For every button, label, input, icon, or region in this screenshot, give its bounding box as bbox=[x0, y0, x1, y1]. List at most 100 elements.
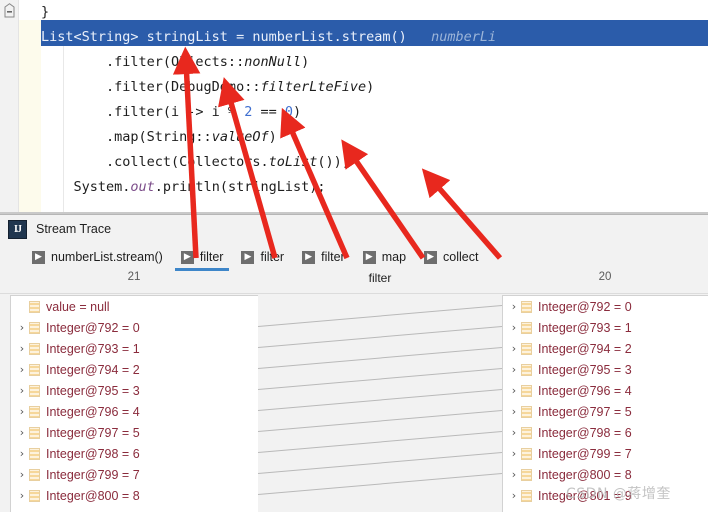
value-node-icon bbox=[521, 384, 532, 397]
list-item[interactable]: › Integer@800 = 8 bbox=[11, 485, 259, 506]
code-token: ) bbox=[268, 129, 277, 145]
list-item-label: Integer@793 = 1 bbox=[46, 341, 140, 356]
chevron-right-icon[interactable]: › bbox=[15, 489, 29, 502]
code-line[interactable]: .collect(Collectors.toList()); bbox=[41, 150, 350, 175]
list-item[interactable]: › Integer@799 = 7 bbox=[503, 443, 708, 464]
chevron-right-icon[interactable]: › bbox=[507, 363, 521, 376]
code-token: ) bbox=[366, 79, 375, 95]
stream-tab-label: map bbox=[381, 250, 407, 264]
stream-tab-label: numberList.stream() bbox=[51, 250, 163, 264]
list-item[interactable]: › Integer@793 = 1 bbox=[503, 317, 708, 338]
value-node-icon bbox=[29, 426, 40, 439]
list-item-label: Integer@797 = 5 bbox=[538, 404, 632, 419]
value-node-icon bbox=[521, 321, 532, 334]
mapping-connector-line bbox=[257, 347, 503, 369]
list-item[interactable]: › Integer@798 = 6 bbox=[11, 443, 259, 464]
list-item[interactable]: › Integer@798 = 6 bbox=[503, 422, 708, 443]
chevron-right-icon[interactable]: › bbox=[15, 321, 29, 334]
list-item[interactable]: › Integer@793 = 1 bbox=[11, 338, 259, 359]
value-node-icon bbox=[521, 342, 532, 355]
stream-tab-numberliststream-0[interactable]: ▶ numberList.stream() bbox=[32, 243, 163, 271]
list-item[interactable]: › Integer@800 = 8 bbox=[503, 464, 708, 485]
stream-tab-filter-1[interactable]: ▶ filter bbox=[174, 243, 230, 271]
list-item[interactable]: › Integer@795 = 3 bbox=[503, 359, 708, 380]
play-arrow-icon: ▶ bbox=[362, 250, 376, 264]
list-item[interactable]: › Integer@799 = 7 bbox=[11, 464, 259, 485]
code-line[interactable]: .filter(DebugDemo::filterLteFive) bbox=[41, 75, 374, 100]
editor-gutter[interactable] bbox=[0, 0, 19, 214]
list-item[interactable]: › Integer@797 = 5 bbox=[503, 401, 708, 422]
stream-tab-filter-2[interactable]: ▶ filter bbox=[241, 243, 284, 271]
stream-operation-tabs[interactable]: ▶ numberList.stream() ▶ filter ▶ filter ▶ filte… bbox=[0, 243, 708, 271]
mapping-connector-line bbox=[257, 473, 503, 495]
chevron-right-icon[interactable]: › bbox=[15, 447, 29, 460]
chevron-right-icon[interactable]: › bbox=[507, 384, 521, 397]
list-item[interactable]: › Integer@792 = 0 bbox=[11, 317, 259, 338]
list-item[interactable]: › Integer@792 = 0 bbox=[503, 296, 708, 317]
fold-bookmark-icon[interactable] bbox=[3, 3, 16, 18]
list-item[interactable]: ›value = null bbox=[11, 296, 259, 317]
code-line[interactable]: .filter(i -> i % 2 == 0) bbox=[41, 100, 301, 125]
value-node-icon bbox=[521, 405, 532, 418]
play-arrow-icon: ▶ bbox=[241, 250, 255, 264]
list-item-label: Integer@796 = 4 bbox=[538, 383, 632, 398]
chevron-right-icon[interactable]: › bbox=[507, 447, 521, 460]
code-line[interactable]: .map(String::valueOf) bbox=[41, 125, 277, 150]
value-node-icon bbox=[521, 489, 532, 502]
before-values-list[interactable]: ›value = null›Integer@792 = 0›Integer@79… bbox=[10, 295, 260, 512]
list-item-label: Integer@792 = 0 bbox=[538, 299, 632, 314]
stream-trace-panel: IJ Stream Trace ▶ numberList.stream() ▶ fil… bbox=[0, 214, 708, 512]
chevron-right-icon[interactable]: › bbox=[507, 426, 521, 439]
chevron-right-icon[interactable]: › bbox=[507, 342, 521, 355]
value-node-icon bbox=[29, 300, 40, 313]
value-node-icon bbox=[29, 468, 40, 481]
chevron-right-icon[interactable]: › bbox=[507, 300, 521, 313]
list-item[interactable]: › Integer@794 = 2 bbox=[11, 359, 259, 380]
chevron-right-icon[interactable]: › bbox=[507, 489, 521, 502]
chevron-right-icon[interactable]: › bbox=[15, 342, 29, 355]
chevron-right-icon[interactable]: › bbox=[15, 405, 29, 418]
chevron-right-icon[interactable]: › bbox=[15, 384, 29, 397]
list-item-label: Integer@797 = 5 bbox=[46, 425, 140, 440]
stream-tab-filter-3[interactable]: ▶ filter bbox=[302, 243, 345, 271]
chevron-right-icon[interactable]: › bbox=[507, 321, 521, 334]
after-values-list[interactable]: › Integer@792 = 0 › Integer@793 = 1 › Integer… bbox=[502, 295, 708, 512]
value-node-icon bbox=[521, 447, 532, 460]
chevron-right-icon[interactable]: › bbox=[15, 426, 29, 439]
chevron-right-icon[interactable]: › bbox=[15, 363, 29, 376]
list-item-label: Integer@792 = 0 bbox=[46, 320, 140, 335]
list-item[interactable]: › Integer@794 = 2 bbox=[503, 338, 708, 359]
list-item[interactable]: › Integer@797 = 5 bbox=[11, 422, 259, 443]
value-node-icon bbox=[29, 342, 40, 355]
stream-tab-map-4[interactable]: ▶ map bbox=[362, 243, 407, 271]
value-node-icon bbox=[29, 363, 40, 376]
code-token: numberLi bbox=[406, 29, 497, 45]
value-node-icon bbox=[521, 363, 532, 376]
stream-tab-label: filter bbox=[260, 250, 285, 264]
code-editor[interactable]: } List<String> stringList = numberList.st… bbox=[0, 0, 708, 214]
code-line[interactable]: List<String> stringList = numberList.str… bbox=[41, 25, 496, 50]
mapping-connector-line bbox=[257, 410, 503, 432]
chevron-right-icon[interactable]: › bbox=[507, 468, 521, 481]
stream-tab-collect-5[interactable]: ▶ collect bbox=[424, 243, 478, 271]
list-item-label: Integer@800 = 8 bbox=[538, 467, 632, 482]
mapping-connector-line bbox=[257, 305, 503, 327]
code-line[interactable]: } bbox=[41, 0, 49, 25]
code-token: nonNull bbox=[244, 54, 302, 70]
list-item-label: Integer@793 = 1 bbox=[538, 320, 632, 335]
chevron-right-icon[interactable]: › bbox=[15, 468, 29, 481]
list-item-label: Integer@800 = 8 bbox=[46, 488, 140, 503]
list-item[interactable]: › Integer@796 = 4 bbox=[503, 380, 708, 401]
list-item[interactable]: › Integer@796 = 4 bbox=[11, 401, 259, 422]
list-item[interactable]: › Integer@795 = 3 bbox=[11, 380, 259, 401]
value-node-icon bbox=[29, 384, 40, 397]
play-arrow-icon: ▶ bbox=[180, 250, 194, 264]
mapping-connector-line bbox=[257, 368, 503, 390]
list-item-label: Integer@795 = 3 bbox=[46, 383, 140, 398]
code-token: 0 bbox=[284, 104, 293, 120]
value-node-icon bbox=[521, 300, 532, 313]
code-text[interactable]: } List<String> stringList = numberList.st… bbox=[41, 0, 708, 214]
chevron-right-icon[interactable]: › bbox=[507, 405, 521, 418]
code-line[interactable]: .filter(Objects::nonNull) bbox=[41, 50, 309, 75]
code-line[interactable]: System.out.println(stringList); bbox=[41, 175, 326, 200]
